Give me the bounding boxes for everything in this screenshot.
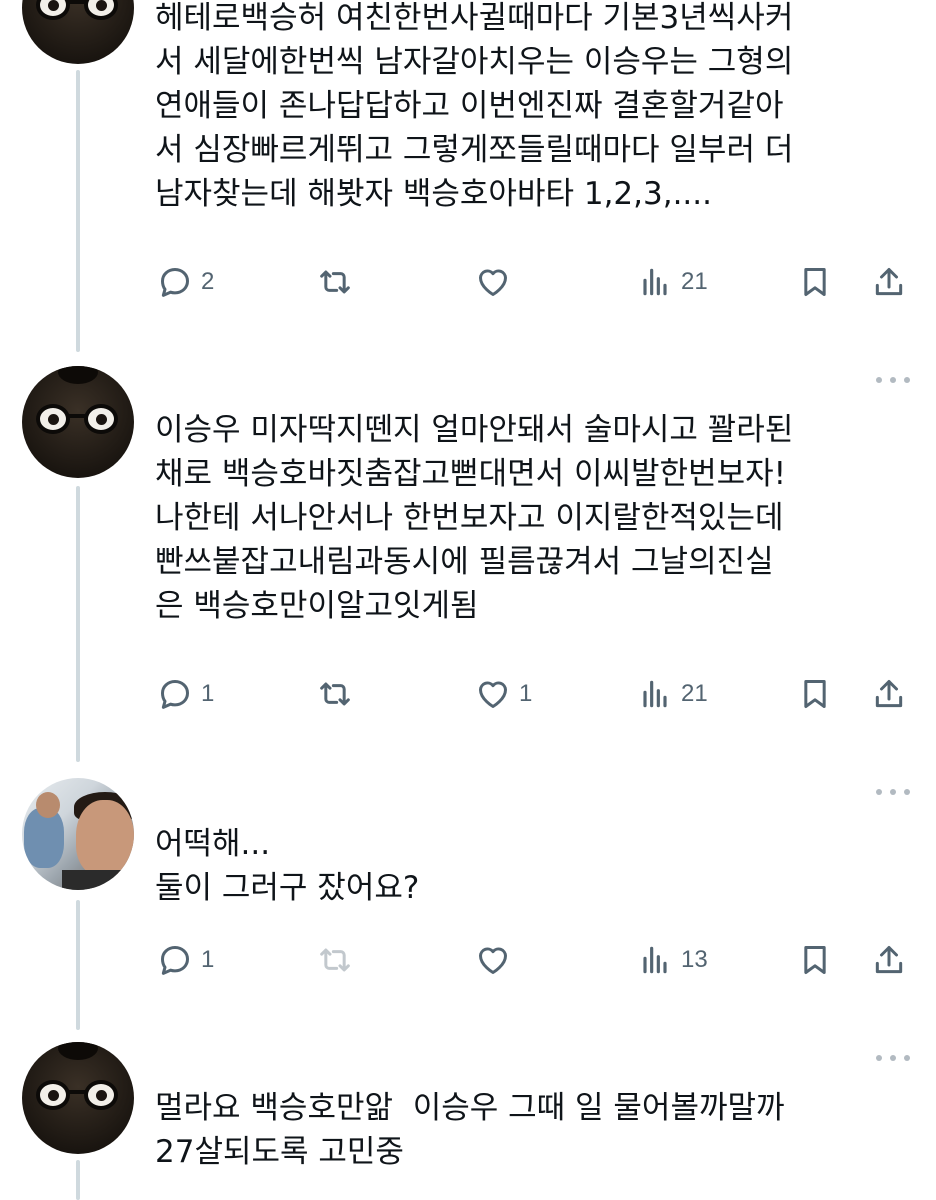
more-button[interactable]: [876, 788, 910, 796]
bookmark-button[interactable]: [795, 940, 835, 980]
retweet-icon: [320, 948, 350, 972]
views-icon: [643, 946, 667, 974]
like-button[interactable]: [473, 262, 513, 302]
share-icon: [875, 268, 903, 296]
reply-button[interactable]: 1: [155, 674, 214, 714]
retweet-icon: [320, 682, 350, 706]
share-icon: [875, 946, 903, 974]
bookmark-button[interactable]: [795, 262, 835, 302]
bookmark-button[interactable]: [795, 674, 835, 714]
thread-line: [76, 900, 80, 1030]
retweet-button[interactable]: [315, 674, 355, 714]
thread-line: [76, 70, 80, 352]
more-icon: [876, 1055, 882, 1061]
action-bar: 2 21: [155, 262, 915, 302]
reply-count: 1: [201, 946, 215, 973]
avatar[interactable]: [22, 1042, 134, 1154]
action-bar: 1 1 21: [155, 674, 915, 714]
reply-button[interactable]: 2: [155, 262, 214, 302]
avatar[interactable]: [22, 366, 134, 478]
retweet-button: [315, 940, 355, 980]
bookmark-icon: [804, 680, 826, 708]
thread-line: [76, 1160, 80, 1200]
thread-line: [76, 486, 80, 762]
views-button[interactable]: 21: [635, 674, 708, 714]
reply-text: 이승우 미자딱지뗀지 얼마안돼서 술마시고 꽐라된 채로 백승호바짓춤잡고뻗대면…: [155, 412, 794, 624]
view-count: 13: [681, 946, 708, 973]
share-button[interactable]: [869, 262, 909, 302]
views-button[interactable]: 21: [635, 262, 708, 302]
reply-text: 멀라요 백승호만앎 이승우 그때 일 물어볼까말까 27살되도록 고민중: [155, 1090, 785, 1170]
like-icon: [479, 681, 507, 708]
views-button[interactable]: 13: [635, 940, 708, 980]
bookmark-icon: [804, 268, 826, 296]
like-button[interactable]: 1: [473, 674, 532, 714]
share-button[interactable]: [869, 674, 909, 714]
like-icon: [479, 269, 507, 296]
share-icon: [875, 680, 903, 708]
action-bar: 1 13: [155, 940, 915, 980]
reply-text: 어떡해... 둘이 그러구 잤어요?: [155, 826, 420, 906]
bookmark-icon: [804, 946, 826, 974]
more-button[interactable]: [876, 1054, 910, 1062]
more-button[interactable]: [876, 376, 910, 384]
like-button[interactable]: [473, 940, 513, 980]
reply-button[interactable]: 1: [155, 940, 214, 980]
views-icon: [643, 680, 667, 708]
more-icon: [876, 789, 882, 795]
view-count: 21: [681, 268, 708, 295]
like-icon: [479, 947, 507, 974]
reply-count: 2: [201, 268, 215, 295]
like-count: 1: [519, 680, 533, 707]
reply-icon: [161, 946, 189, 975]
view-count: 21: [681, 680, 708, 707]
avatar[interactable]: [22, 0, 134, 64]
views-icon: [643, 268, 667, 296]
retweet-icon: [320, 270, 350, 294]
more-icon: [876, 377, 882, 383]
share-button[interactable]: [869, 940, 909, 980]
retweet-button[interactable]: [315, 262, 355, 302]
reply-icon: [161, 680, 189, 709]
reply-count: 1: [201, 680, 215, 707]
reply-text: 헤테로백승허 여친한번사귈때마다 기본3년씩사커 서 세달에한번씩 남자갈아치우…: [155, 0, 794, 212]
reply-icon: [161, 268, 189, 297]
avatar[interactable]: [22, 778, 134, 890]
